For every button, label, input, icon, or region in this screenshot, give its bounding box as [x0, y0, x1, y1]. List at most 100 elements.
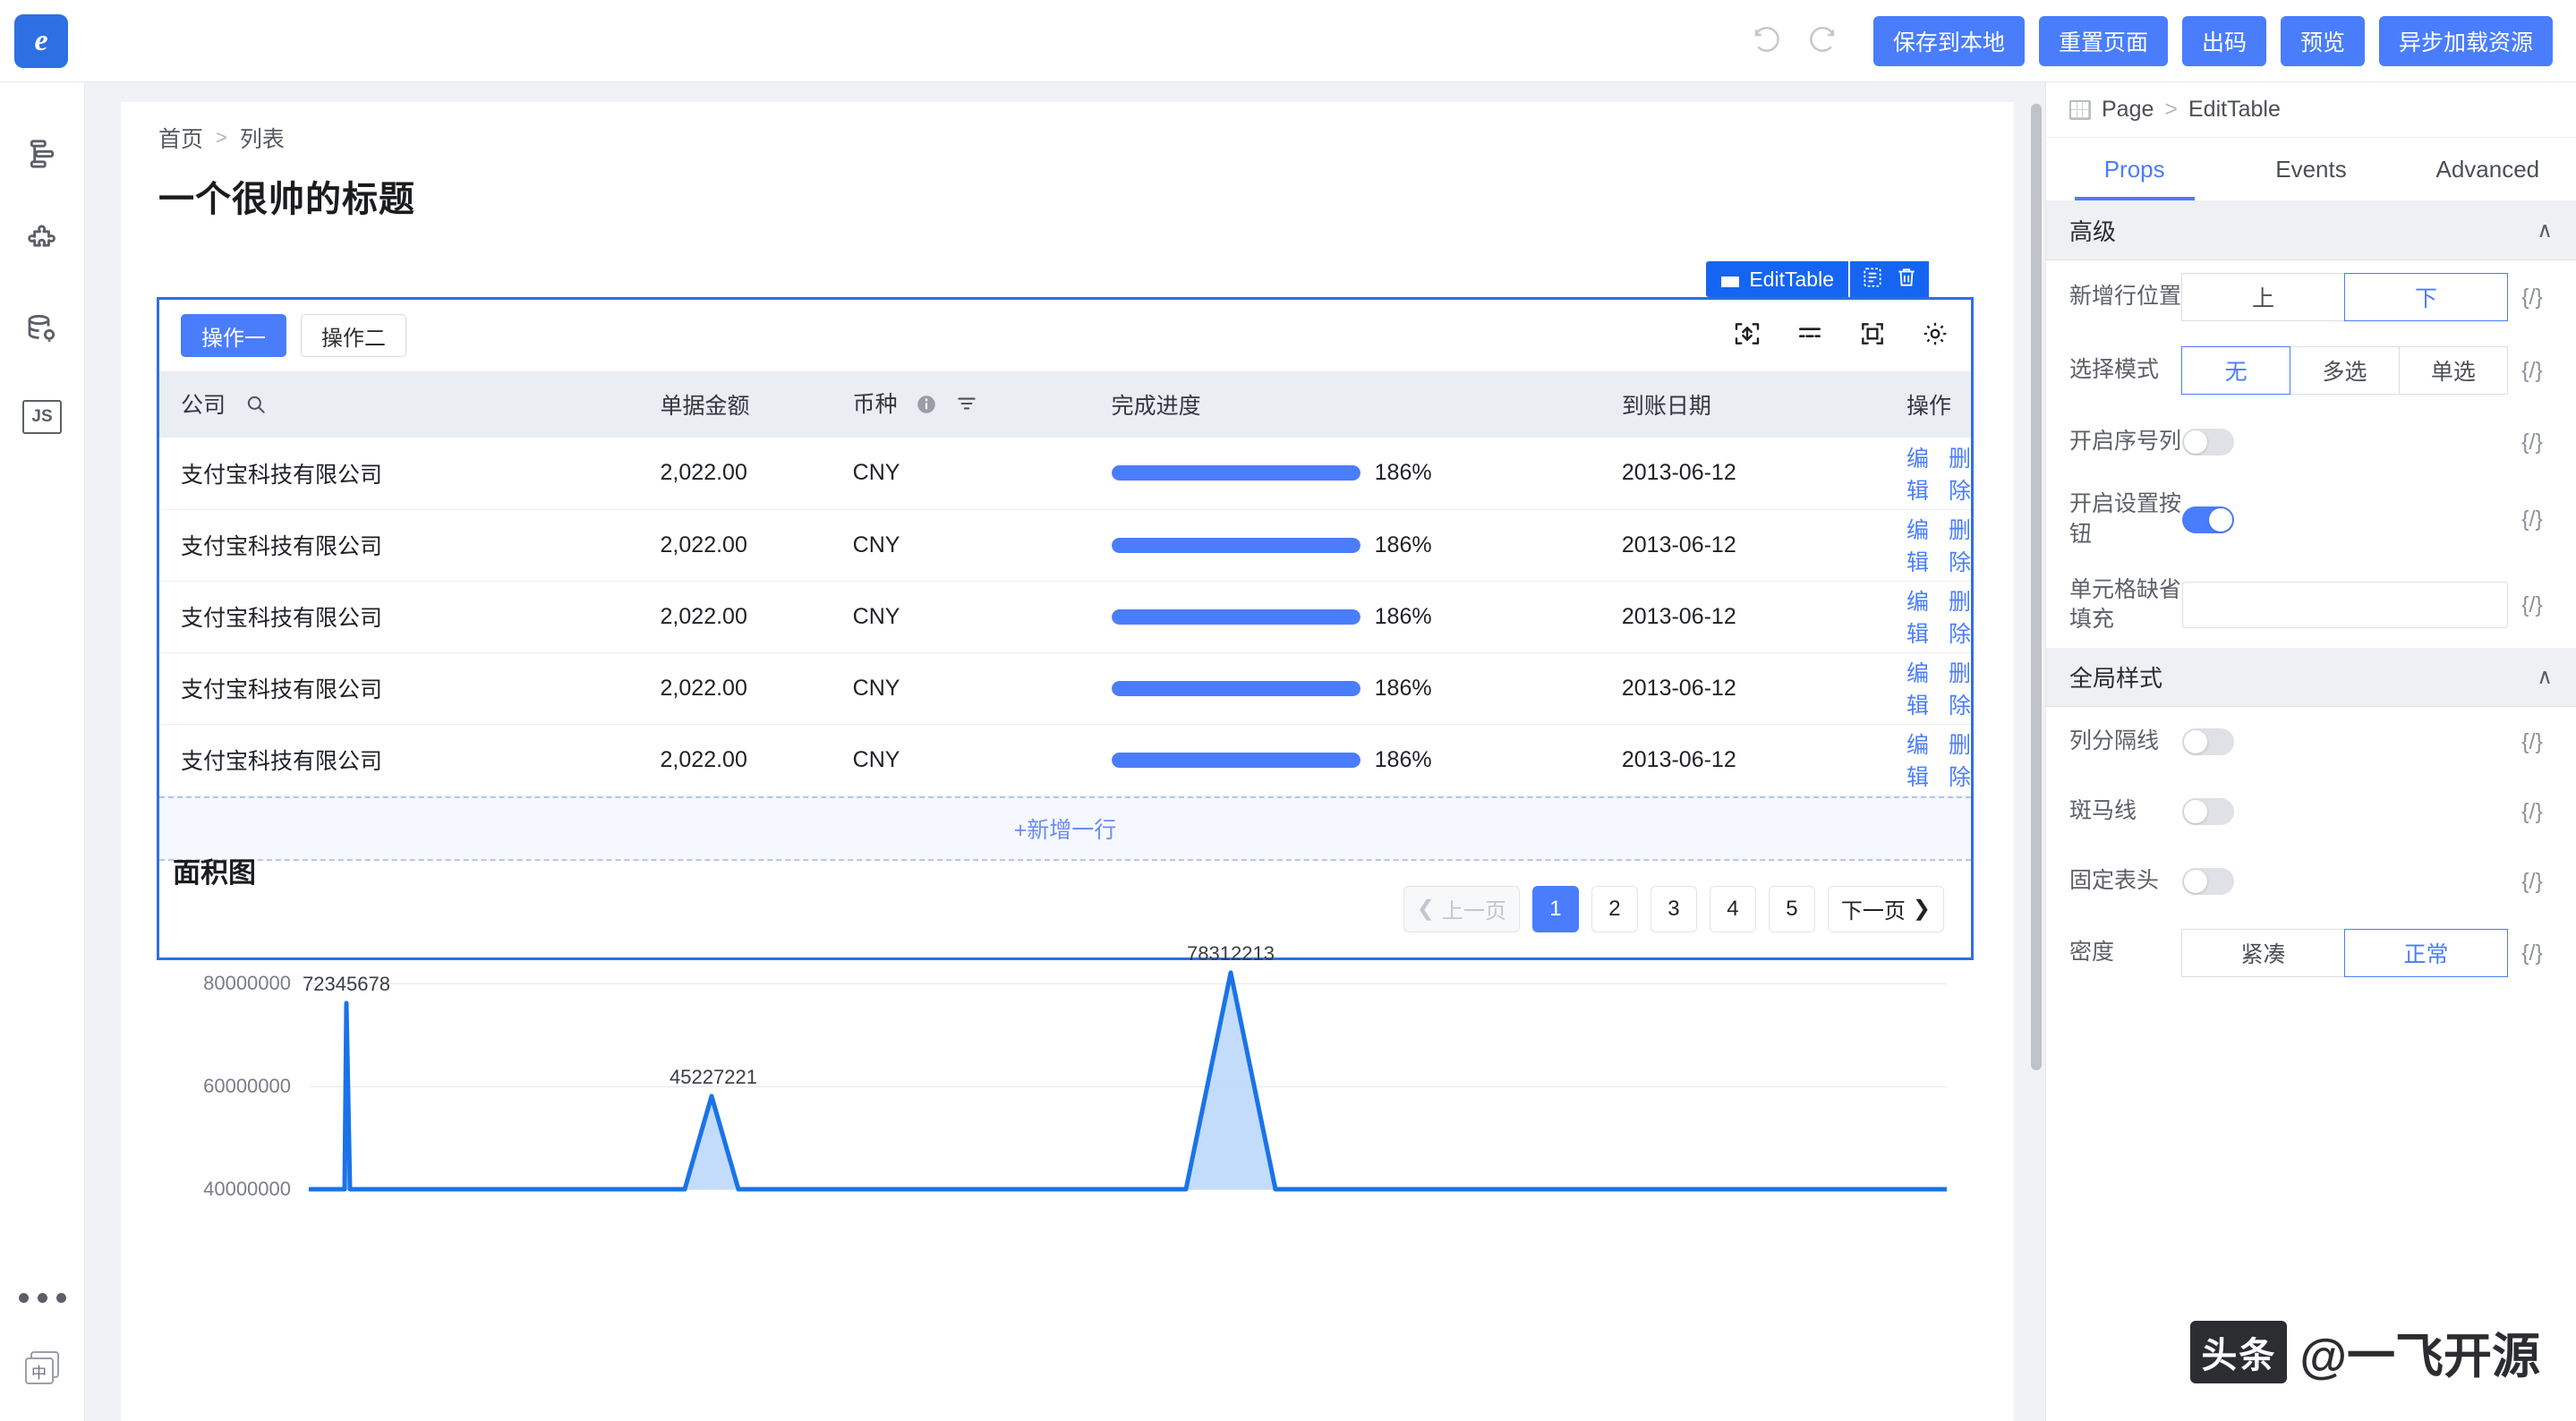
delete-link[interactable]: 删除: [1949, 441, 1971, 506]
sidebar-item-datasource[interactable]: [15, 302, 69, 356]
segment-option-none[interactable]: 无: [2181, 346, 2291, 395]
edit-link[interactable]: 编辑: [1906, 728, 1929, 792]
cell-company[interactable]: 支付宝科技有限公司: [159, 724, 639, 796]
edit-link[interactable]: 编辑: [1906, 513, 1929, 577]
progress-track: [1111, 752, 1361, 768]
panel-breadcrumb-root[interactable]: Page: [2102, 97, 2154, 123]
undo-icon[interactable]: [1748, 24, 1782, 58]
switch-settings-button[interactable]: [2182, 506, 2234, 533]
segment-option-up[interactable]: 上: [2181, 273, 2345, 321]
table-row[interactable]: 支付宝科技有限公司 2,022.00 CNY 186% 2013-06-12 编…: [159, 509, 1971, 582]
col-company[interactable]: 公司: [159, 371, 639, 438]
delete-link[interactable]: 删除: [1949, 584, 1971, 649]
design-canvas[interactable]: 首页 > 列表 一个很帅的标题 EditTable 操作一 操作二 公司 单据金…: [85, 82, 2045, 1421]
copy-icon[interactable]: [1861, 266, 1884, 294]
col-date[interactable]: 到账日期: [1599, 371, 1885, 438]
more-icon[interactable]: [0, 1293, 85, 1303]
fullscreen-icon[interactable]: [1858, 319, 1887, 353]
watermark-badge: 头条: [2190, 1320, 2288, 1383]
breadcrumb-home[interactable]: 首页: [158, 122, 203, 154]
rows-icon[interactable]: [1796, 319, 1824, 353]
segment-option-compact[interactable]: 紧凑: [2181, 929, 2345, 977]
prop-code-toggle[interactable]: {/}: [2508, 506, 2556, 532]
canvas-scrollbar[interactable]: [2031, 104, 2042, 1070]
logo-icon[interactable]: e: [14, 13, 68, 68]
chevron-up-icon[interactable]: ∧: [2537, 664, 2553, 690]
segment-option-single[interactable]: 单选: [2398, 346, 2508, 395]
save-to-local-button[interactable]: 保存到本地: [1872, 15, 2025, 66]
action-two-button[interactable]: 操作二: [301, 314, 406, 357]
edit-link[interactable]: 编辑: [1906, 441, 1929, 506]
cell-company[interactable]: 支付宝科技有限公司: [159, 581, 639, 653]
delete-link[interactable]: 删除: [1949, 656, 1971, 720]
table-row[interactable]: 支付宝科技有限公司 2,022.00 CNY 186% 2013-06-12 编…: [159, 581, 1971, 653]
section-title-global-style: 全局样式: [2069, 665, 2163, 692]
prop-code-toggle[interactable]: {/}: [2508, 285, 2556, 311]
prop-code-toggle[interactable]: {/}: [2508, 592, 2556, 618]
sidebar-item-js[interactable]: JS: [15, 390, 69, 444]
action-one-button[interactable]: 操作一: [181, 314, 286, 357]
switch-index-column[interactable]: [2182, 429, 2234, 455]
gear-icon[interactable]: [1921, 319, 1949, 353]
chevron-up-icon[interactable]: ∧: [2537, 217, 2553, 243]
cell-actions: 编辑 删除: [1884, 509, 1971, 582]
segment-option-normal[interactable]: 正常: [2344, 929, 2508, 977]
filter-icon[interactable]: [955, 392, 978, 421]
language-switch[interactable]: 中: [0, 1351, 85, 1385]
table-row[interactable]: 支付宝科技有限公司 2,022.00 CNY 186% 2013-06-12 编…: [159, 652, 1971, 725]
delete-link[interactable]: 删除: [1949, 513, 1971, 577]
search-icon[interactable]: [244, 393, 268, 422]
redo-icon[interactable]: [1807, 24, 1841, 58]
info-icon[interactable]: [915, 393, 938, 422]
prop-code-toggle[interactable]: {/}: [2508, 799, 2556, 825]
cell-date: 2013-06-12: [1599, 581, 1885, 653]
delete-link[interactable]: 删除: [1949, 728, 1971, 792]
move-icon[interactable]: [1733, 319, 1761, 353]
edit-link[interactable]: 编辑: [1906, 656, 1929, 720]
sidebar-item-plugins[interactable]: [15, 215, 69, 268]
prop-code-toggle[interactable]: {/}: [2508, 729, 2556, 755]
segment-option-down[interactable]: 下: [2344, 273, 2508, 321]
table-row[interactable]: 支付宝科技有限公司 2,022.00 CNY 186% 2013-06-12 编…: [159, 724, 1971, 796]
col-progress[interactable]: 完成进度: [1089, 371, 1600, 438]
cell-company[interactable]: 支付宝科技有限公司: [159, 652, 639, 725]
table-row[interactable]: 支付宝科技有限公司 2,022.00 CNY 186% 2013-06-12 编…: [159, 438, 1971, 510]
reset-page-button[interactable]: 重置页面: [2038, 15, 2168, 66]
segment-option-multi[interactable]: 多选: [2290, 346, 2400, 395]
breadcrumb-current[interactable]: 列表: [240, 122, 285, 154]
area-chart-widget[interactable]: 面积图 80000000 60000000 40000000 72345678 …: [157, 834, 1974, 1225]
panel-tabs: Props Events Advanced: [2046, 138, 2576, 201]
switch-column-divider[interactable]: [2182, 728, 2234, 755]
col-actions[interactable]: 操作: [1884, 371, 1971, 438]
export-code-button[interactable]: 出码: [2181, 15, 2266, 66]
cell-company[interactable]: 支付宝科技有限公司: [159, 509, 639, 582]
switch-zebra-stripe[interactable]: [2182, 798, 2234, 825]
prop-code-toggle[interactable]: {/}: [2508, 869, 2556, 895]
section-header-global-style[interactable]: 全局样式 ∧: [2046, 648, 2576, 707]
col-currency[interactable]: 币种: [831, 371, 1090, 438]
preview-button[interactable]: 预览: [2280, 15, 2365, 66]
widget-badge-main[interactable]: EditTable: [1706, 261, 1848, 297]
prop-row-index-column: 开启序号列 {/}: [2046, 407, 2576, 477]
tab-advanced[interactable]: Advanced: [2400, 138, 2576, 200]
cell-amount: 2,022.00: [638, 438, 832, 510]
section-header-advanced[interactable]: 高级 ∧: [2046, 201, 2576, 260]
prop-code-toggle[interactable]: {/}: [2508, 430, 2556, 455]
sidebar-item-components[interactable]: [15, 127, 69, 181]
trash-icon[interactable]: [1895, 266, 1918, 294]
cell-company[interactable]: 支付宝科技有限公司: [159, 438, 639, 510]
col-amount[interactable]: 单据金额: [638, 371, 832, 438]
prop-code-toggle[interactable]: {/}: [2508, 940, 2556, 966]
cell-actions: 编辑 删除: [1884, 724, 1971, 796]
switch-fixed-header[interactable]: [2182, 868, 2234, 895]
async-load-resource-button[interactable]: 异步加载资源: [2378, 15, 2553, 66]
panel-breadcrumb-current[interactable]: EditTable: [2188, 97, 2281, 123]
cell-currency: CNY: [831, 509, 1090, 582]
prop-code-toggle[interactable]: {/}: [2508, 358, 2556, 384]
tab-events[interactable]: Events: [2222, 138, 2399, 200]
cell-default-fill-input[interactable]: [2182, 582, 2508, 629]
tab-props[interactable]: Props: [2046, 138, 2222, 200]
edit-link[interactable]: 编辑: [1906, 584, 1929, 649]
language-icon: 中: [24, 1351, 61, 1385]
progress-label: 186%: [1374, 746, 1432, 772]
